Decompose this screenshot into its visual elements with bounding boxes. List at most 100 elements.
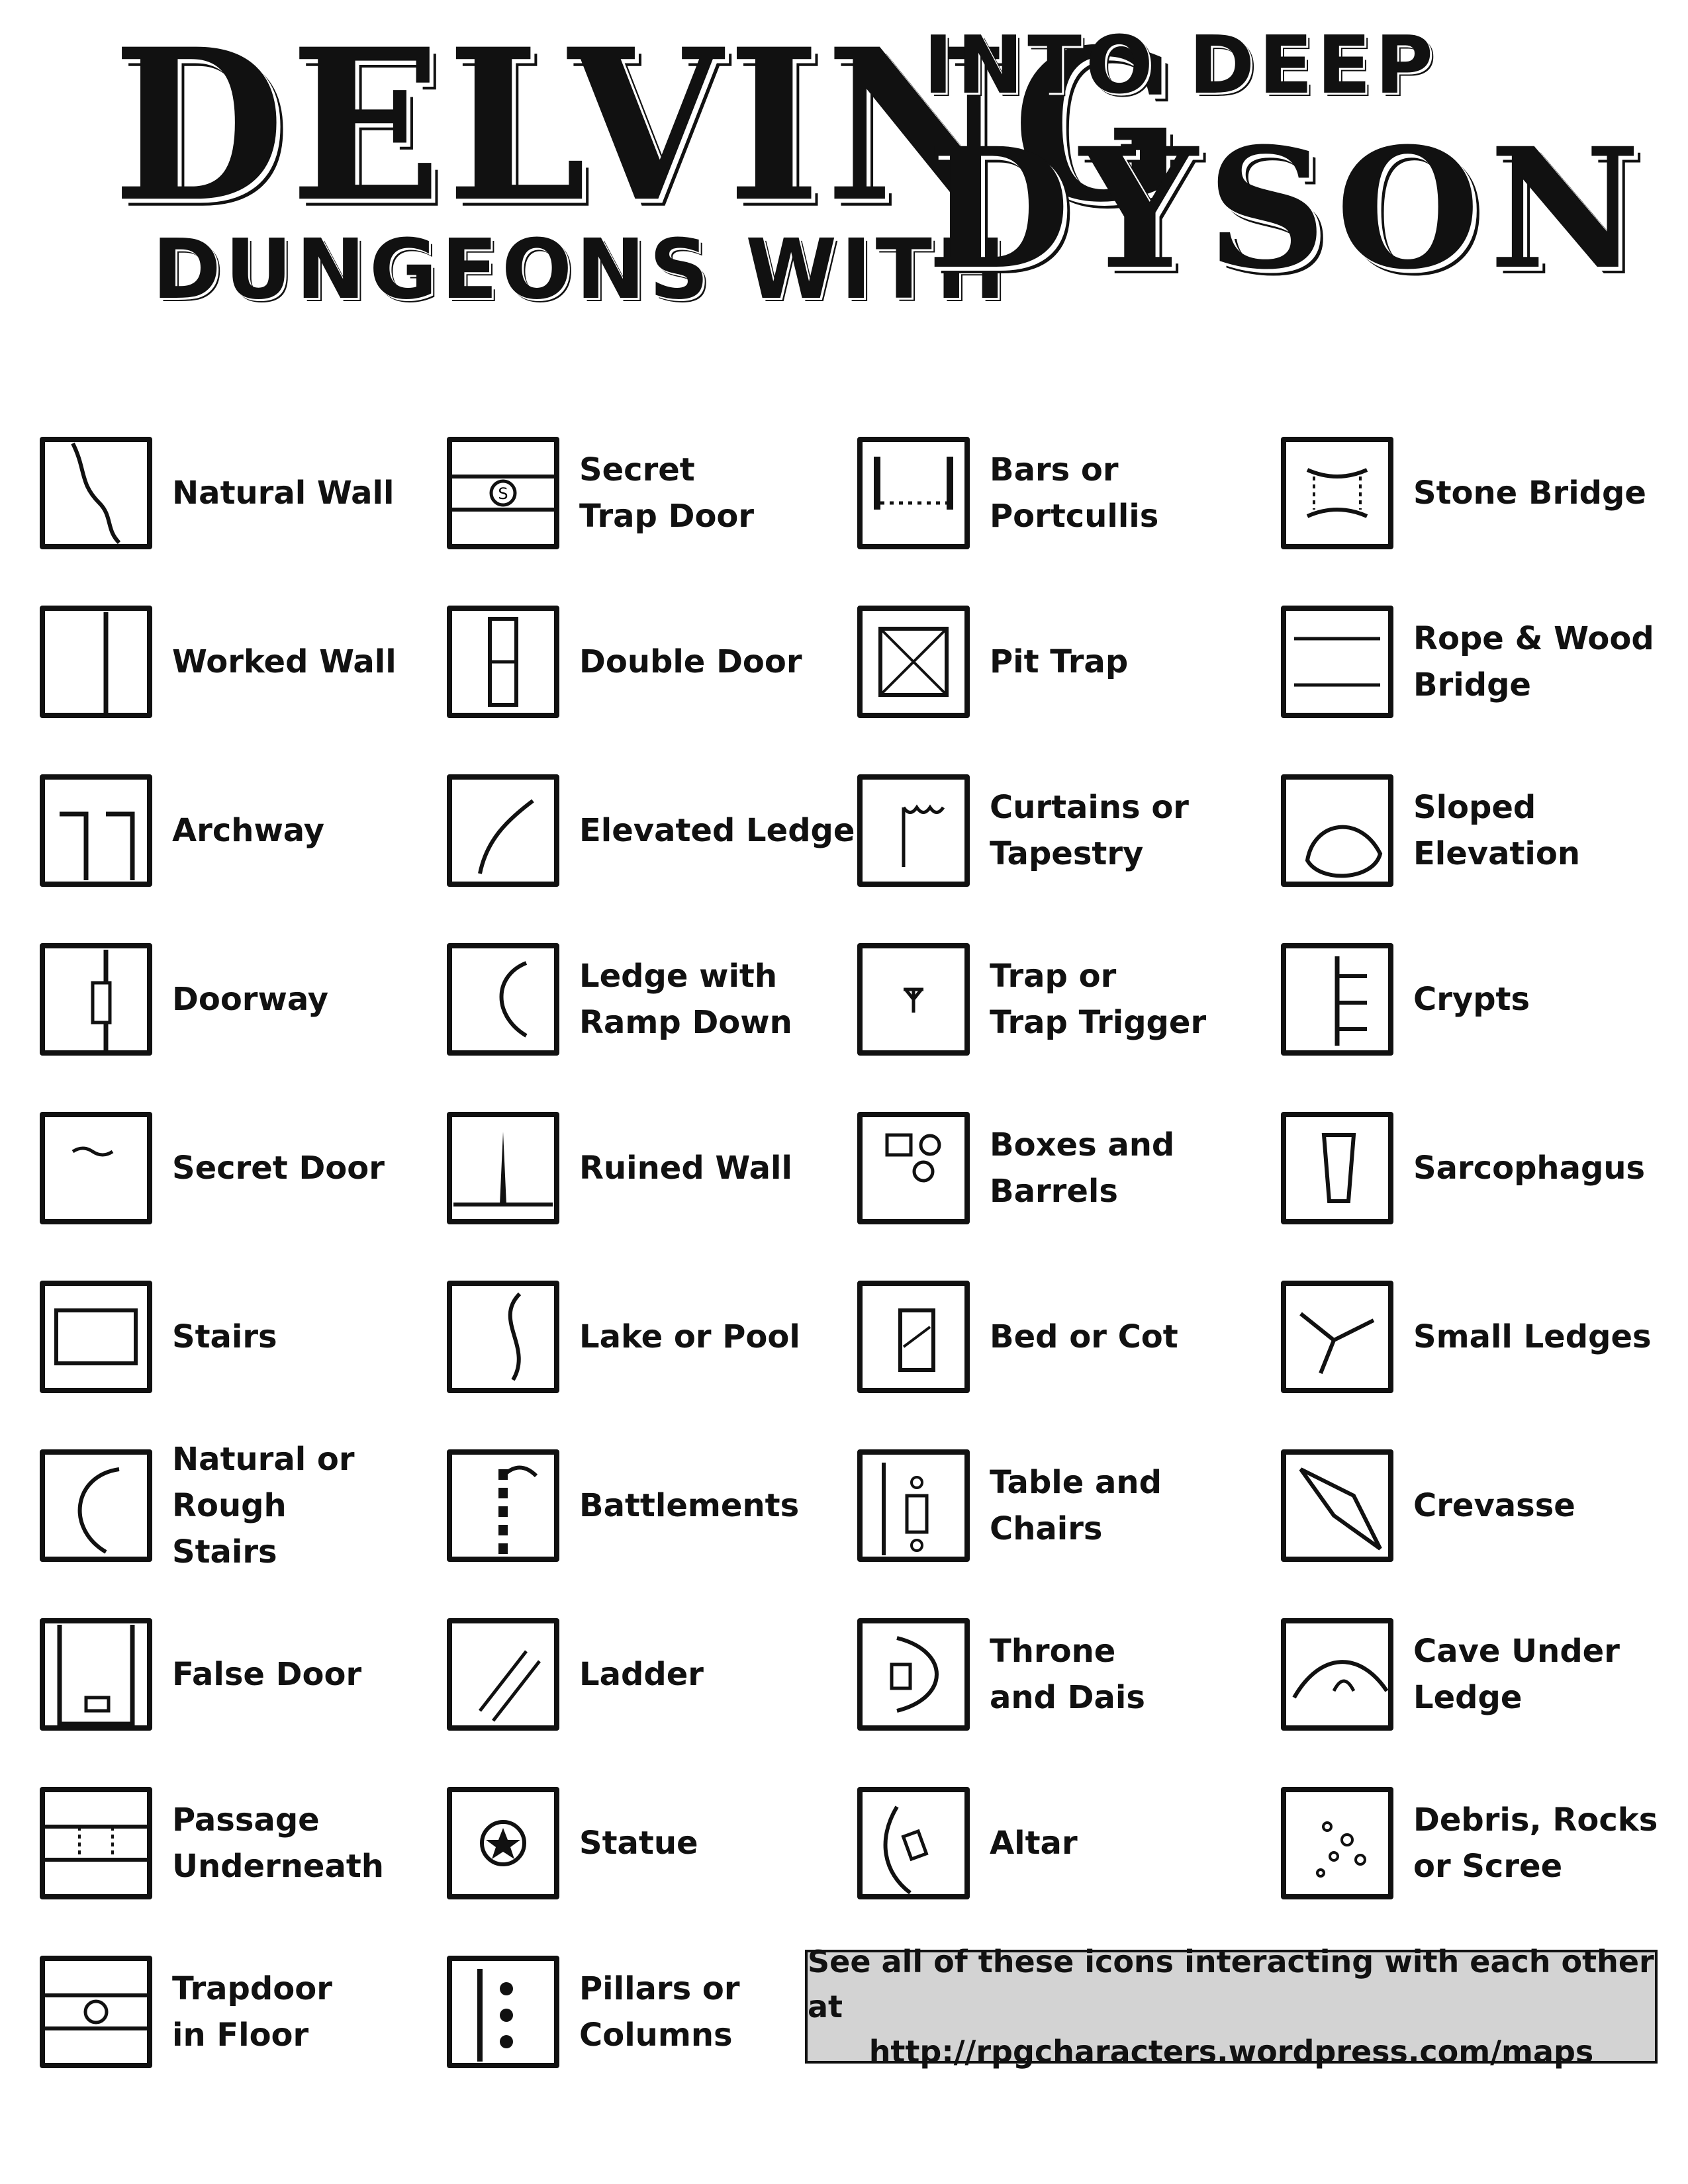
double-door-icon: [440, 599, 566, 725]
trapdoor-icon: [33, 1949, 159, 2075]
legend-label: Sarcophagus: [1413, 1150, 1646, 1187]
legend-item: Pit Trap: [851, 599, 1261, 731]
legend-label: Secret Door: [172, 1150, 385, 1187]
battlements-icon: [440, 1443, 566, 1569]
statue-icon: [440, 1780, 566, 1906]
small-ledges-icon: [1274, 1274, 1400, 1400]
reference-note: See all of these icons interacting with …: [805, 1944, 1658, 2070]
legend-label: Crevasse: [1413, 1487, 1575, 1524]
legend-item: Trap or Trap Trigger: [851, 936, 1261, 1069]
legend-item: S Secret Trap Door: [440, 430, 851, 563]
legend-label: Trapdoor in Floor: [172, 1970, 332, 2054]
legend-item: Rope & Wood Bridge: [1274, 599, 1685, 731]
legend-label: Crypts: [1413, 981, 1530, 1018]
legend-item: Stone Bridge: [1274, 430, 1685, 563]
trap-trigger-icon: [851, 936, 976, 1062]
legend-item: Double Door: [440, 599, 851, 731]
svg-text:S: S: [498, 484, 508, 503]
elevated-ledge-icon: [440, 768, 566, 893]
ruined-wall-icon: [440, 1105, 566, 1231]
crypts-icon: [1274, 936, 1400, 1062]
legend-item: Trapdoor in Floor: [33, 1949, 444, 2081]
legend-label: Ruined Wall: [579, 1150, 792, 1187]
ladder-icon: [440, 1612, 566, 1737]
legend-label: Stairs: [172, 1318, 277, 1355]
legend-label: Altar: [990, 1825, 1078, 1862]
table-chairs-icon: [851, 1443, 976, 1569]
archway-icon: [33, 768, 159, 893]
legend-label: Debris, Rocks or Scree: [1413, 1801, 1658, 1885]
legend-item: Secret Door: [33, 1105, 444, 1238]
legend-label: False Door: [172, 1656, 362, 1693]
title-into-deep: INTO DEEP: [923, 20, 1438, 112]
stone-bridge-icon: [1274, 430, 1400, 556]
legend-item: Lake or Pool: [440, 1274, 851, 1406]
natural-wall-icon: [33, 430, 159, 556]
title-dyson: DYSON: [927, 111, 1650, 306]
legend-item: Archway: [33, 768, 444, 900]
legend-item: Worked Wall: [33, 599, 444, 731]
legend-item: Passage Underneath: [33, 1780, 444, 1913]
rough-stairs-icon: [33, 1443, 159, 1569]
legend-label: Lake or Pool: [579, 1318, 800, 1355]
legend-item: Ruined Wall: [440, 1105, 851, 1238]
legend-label: Passage Underneath: [172, 1801, 384, 1885]
legend-item: Doorway: [33, 936, 444, 1069]
legend-item: Altar: [851, 1780, 1261, 1913]
legend-item: Battlements: [440, 1443, 851, 1575]
bed-icon: [851, 1274, 976, 1400]
legend-label: Table and Chairs: [990, 1464, 1162, 1547]
ledge-ramp-icon: [440, 936, 566, 1062]
secret-trap-door-icon: S: [440, 430, 566, 556]
legend-label: Secret Trap Door: [579, 451, 755, 535]
legend-item: Crevasse: [1274, 1443, 1685, 1575]
legend-item: Throne and Dais: [851, 1612, 1261, 1744]
lake-pool-icon: [440, 1274, 566, 1400]
sloped-elevation-icon: [1274, 768, 1400, 893]
legend-label: Elevated Ledge: [579, 812, 855, 849]
legend-item: Elevated Ledge: [440, 768, 855, 900]
legend-label: Battlements: [579, 1487, 800, 1524]
legend-label: Natural or Rough Stairs: [172, 1441, 355, 1570]
legend-label: Curtains or Tapestry: [990, 789, 1189, 872]
legend-item: Small Ledges: [1274, 1274, 1685, 1406]
passage-underneath-icon: [33, 1780, 159, 1906]
crevasse-icon: [1274, 1443, 1400, 1569]
page-title: DELVING INTO DEEP DUNGEONS WITH DYSON: [0, 0, 1688, 357]
legend-label: Statue: [579, 1825, 698, 1862]
legend-label: Throne and Dais: [990, 1633, 1145, 1716]
legend-label: Rope & Wood Bridge: [1413, 620, 1654, 704]
note-line: See all of these icons interacting with …: [808, 1944, 1654, 2025]
rope-bridge-icon: [1274, 599, 1400, 725]
doorway-icon: [33, 936, 159, 1062]
legend-item: Stairs: [33, 1274, 444, 1406]
legend-label: Trap or Trap Trigger: [990, 958, 1207, 1041]
legend-label: Sloped Elevation: [1413, 789, 1581, 872]
secret-door-icon: [33, 1105, 159, 1231]
legend-label: Archway: [172, 812, 324, 849]
pillars-icon: [440, 1949, 566, 2075]
legend-label: Ladder: [579, 1656, 704, 1693]
sarcophagus-icon: [1274, 1105, 1400, 1231]
curtains-icon: [851, 768, 976, 893]
legend-item: Bed or Cot: [851, 1274, 1261, 1406]
legend-label: Doorway: [172, 981, 329, 1018]
legend-label: Natural Wall: [172, 475, 395, 512]
legend-item: Debris, Rocks or Scree: [1274, 1780, 1685, 1913]
legend-label: Double Door: [579, 643, 802, 680]
title-dungeons-with: DUNGEONS WITH: [152, 222, 1009, 318]
legend-item: Bars or Portcullis: [851, 430, 1261, 563]
legend-item: Sloped Elevation: [1274, 768, 1685, 900]
legend-label: Stone Bridge: [1413, 475, 1646, 512]
legend-item: Crypts: [1274, 936, 1685, 1069]
legend-item: Natural Wall: [33, 430, 444, 563]
legend-label: Boxes and Barrels: [990, 1126, 1175, 1210]
throne-icon: [851, 1612, 976, 1737]
legend-label: Worked Wall: [172, 643, 397, 680]
boxes-barrels-icon: [851, 1105, 976, 1231]
bars-icon: [851, 430, 976, 556]
legend-item: Table and Chairs: [851, 1443, 1261, 1575]
legend-label: Bed or Cot: [990, 1318, 1178, 1355]
false-door-icon: [33, 1612, 159, 1737]
legend-item: Curtains or Tapestry: [851, 768, 1261, 900]
